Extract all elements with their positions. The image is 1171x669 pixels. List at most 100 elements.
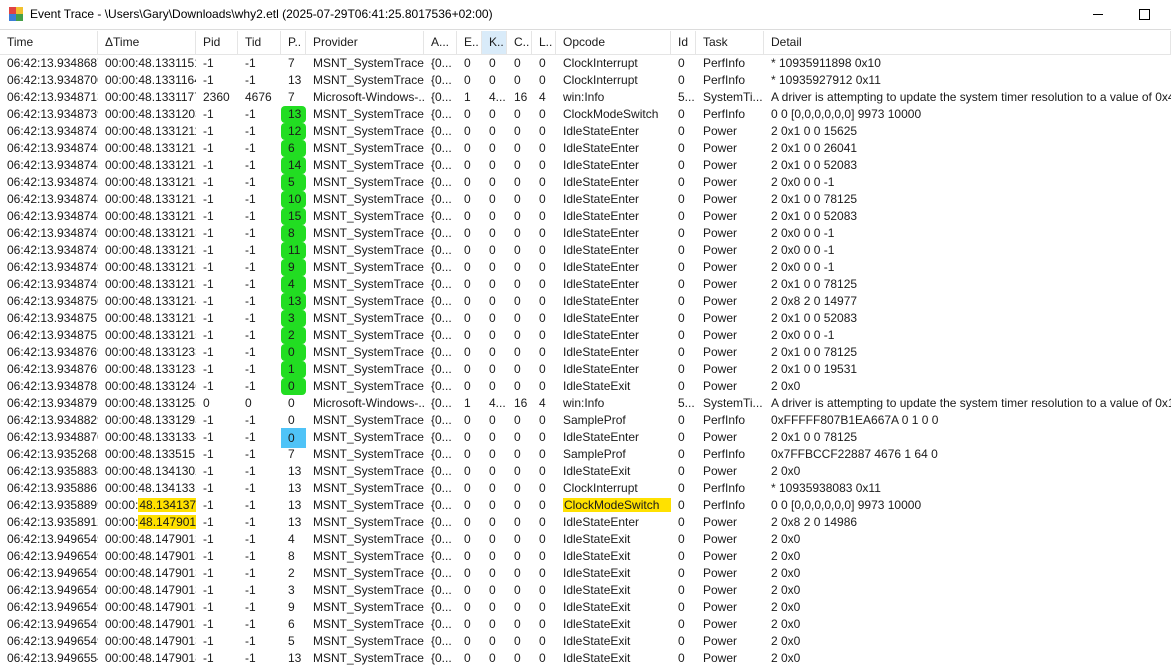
- table-row[interactable]: 06:42:13.9348749 00:00:48.1331213 -1 -1 8 MSN…: [0, 225, 1171, 242]
- table-row[interactable]: 06:42:13.9348749 00:00:48.1331213 -1 -1 4 MSN…: [0, 276, 1171, 293]
- cell-a: {0...: [431, 430, 452, 444]
- cell-provider: MSNT_SystemTrace: [313, 379, 424, 393]
- table-row[interactable]: 06:42:13.9348751 00:00:48.1331215 -1 -1 3 MSN…: [0, 310, 1171, 327]
- cell-k: 0: [489, 583, 496, 597]
- cell-tid: -1: [245, 379, 256, 393]
- cell-id: 0: [678, 532, 685, 546]
- cell-c: 0: [514, 56, 521, 70]
- cell-c: 0: [514, 226, 521, 240]
- cell-provider: MSNT_SystemTrace: [313, 345, 424, 359]
- cell-dtime: 00:00:48.1331213: [105, 260, 196, 274]
- cell-pid: -1: [203, 294, 214, 308]
- table-row[interactable]: 06:42:13.935891200:00:48.1479013-1-113MS…: [0, 514, 1171, 531]
- table-row[interactable]: 06:42:13.9348751 00:00:48.1331215 -1 -1 2 MSN…: [0, 327, 1171, 344]
- cell-time: 06:42:13.9348749: [7, 260, 98, 274]
- cell-dtime: 00:00:48.1479013: [105, 634, 196, 648]
- table-row[interactable]: 06:42:13.9348791 00:00:48.1331255 0 0 0 Micro…: [0, 395, 1171, 412]
- column-header-detail[interactable]: Detail: [764, 31, 1171, 54]
- cell-opcode: SampleProf: [563, 413, 626, 427]
- table-row[interactable]: 06:42:13.9348748 00:00:48.1331212 -1 -1 10 MS…: [0, 191, 1171, 208]
- table-row[interactable]: 06:42:13.9348748 00:00:48.1331212 -1 -1 14 MS…: [0, 157, 1171, 174]
- table-row[interactable]: 06:42:13.9348747 00:00:48.1331211 -1 -1 12 MS…: [0, 123, 1171, 140]
- table-row[interactable]: 06:42:13.9348829 00:00:48.1331293 -1 -1 0 MSN…: [0, 412, 1171, 429]
- column-header-pid[interactable]: Pid: [196, 31, 238, 54]
- maximize-button[interactable]: [1121, 0, 1167, 29]
- cell-id: 5...: [678, 396, 695, 410]
- column-header-tid[interactable]: Tid: [238, 31, 281, 54]
- column-header-task[interactable]: Task: [696, 31, 764, 54]
- cell-p: 8: [288, 549, 295, 563]
- cell-pid: -1: [203, 141, 214, 155]
- table-row[interactable]: 06:42:13.9348713 00:00:48.1331177 2360 4676…: [0, 89, 1171, 106]
- cell-id: 0: [678, 481, 685, 495]
- table-row[interactable]: 06:42:13.9348748 00:00:48.1331212 -1 -1 6 MSN…: [0, 140, 1171, 157]
- cell-k: 0: [489, 379, 496, 393]
- minimize-button[interactable]: [1075, 0, 1121, 29]
- table-row[interactable]: 06:42:13.9496549 00:00:48.1479013 -1 -1 5 MSN…: [0, 633, 1171, 650]
- cell-l: 0: [539, 141, 546, 155]
- cell-task: Power: [703, 243, 738, 257]
- column-header-e[interactable]: E..: [457, 31, 482, 54]
- cell-dtime: 00:00:48.1341302: [105, 464, 196, 478]
- cell-provider: MSNT_SystemTrace: [313, 566, 424, 580]
- event-grid[interactable]: Time ΔTime Pid Tid P.. Provider A... E.. K.. C.. L…: [0, 31, 1171, 669]
- column-header-l[interactable]: L..: [532, 31, 556, 54]
- table-row[interactable]: 06:42:13.9348748 00:00:48.1331212 -1 -1 15 MS…: [0, 208, 1171, 225]
- table-row[interactable]: 06:42:13.9358838 00:00:48.1341302 -1 -1 13 MS…: [0, 463, 1171, 480]
- table-row[interactable]: 06:42:13.9348782 00:00:48.1331246 -1 -1 0 MSN…: [0, 378, 1171, 395]
- cell-detail: 2 0x0: [771, 583, 801, 597]
- table-row[interactable]: 06:42:13.9496549 00:00:48.1479013 -1 -1 2 MSN…: [0, 565, 1171, 582]
- cell-a: {0...: [431, 549, 452, 563]
- table-row[interactable]: 06:42:13.9348750 00:00:48.1331214 -1 -1 13 MS…: [0, 293, 1171, 310]
- cell-c: 0: [514, 583, 521, 597]
- cell-detail: 2 0x0: [771, 549, 801, 563]
- table-row[interactable]: 06:42:13.9348749 00:00:48.1331213 -1 -1 9 MSN…: [0, 259, 1171, 276]
- cell-l: 0: [539, 532, 546, 546]
- cell-task: PerfInfo: [703, 447, 746, 461]
- table-row[interactable]: 06:42:13.9496549 00:00:48.1479013 -1 -1 3 MSN…: [0, 582, 1171, 599]
- table-row[interactable]: 06:42:13.9348769 00:00:48.1331233 -1 -1 0 MSN…: [0, 344, 1171, 361]
- table-row[interactable]: 06:42:13.9358867 00:00:48.1341331 -1 -1 13 MS…: [0, 480, 1171, 497]
- column-header-p[interactable]: P..: [281, 31, 306, 54]
- cell-detail: 2 0x1 0 0 52083: [771, 209, 858, 223]
- cell-e: 0: [464, 56, 471, 70]
- column-header-k[interactable]: K..: [482, 31, 507, 54]
- table-row[interactable]: 06:42:13.9348769 00:00:48.1331233 -1 -1 1 MSN…: [0, 361, 1171, 378]
- cell-pid: -1: [203, 107, 214, 121]
- cell-id: 0: [678, 192, 685, 206]
- table-row[interactable]: 06:42:13.9348748 00:00:48.1331212 -1 -1 5 MSN…: [0, 174, 1171, 191]
- cell-l: 0: [539, 566, 546, 580]
- cell-task: Power: [703, 379, 738, 393]
- column-header-id[interactable]: Id: [671, 31, 696, 54]
- cell-dtime: 00:00:48.1479013: [105, 600, 196, 614]
- table-row[interactable]: 06:42:13.9352687 00:00:48.1335151 -1 -1 7 MSN…: [0, 446, 1171, 463]
- column-header-c[interactable]: C..: [507, 31, 532, 54]
- cell-detail: 2 0x1 0 0 78125: [771, 277, 858, 291]
- table-row[interactable]: 06:42:13.9348687 00:00:48.1331151 -1 -1 7 MSN…: [0, 55, 1171, 72]
- cell-id: 0: [678, 260, 685, 274]
- cell-l: 0: [539, 158, 546, 172]
- table-row[interactable]: 06:42:13.9496549 00:00:48.1479013 -1 -1 9 MSN…: [0, 599, 1171, 616]
- column-header-dtime[interactable]: ΔTime: [98, 31, 196, 54]
- column-header-opcode[interactable]: Opcode: [556, 31, 671, 54]
- cell-p: 10: [281, 191, 306, 208]
- cell-e: 0: [464, 277, 471, 291]
- column-header-provider[interactable]: Provider: [306, 31, 424, 54]
- cell-a: {0...: [431, 294, 452, 308]
- cell-opcode: IdleStateEnter: [563, 158, 640, 172]
- table-row[interactable]: 06:42:13.9348870 00:00:48.1331334 -1 -1 0 MSN…: [0, 428, 1171, 448]
- table-row[interactable]: 06:42:13.9496549 00:00:48.1479013 -1 -1 8 MSN…: [0, 548, 1171, 565]
- cell-time: 06:42:13.9348769: [7, 362, 98, 376]
- column-header-time[interactable]: Time: [0, 31, 98, 54]
- table-row[interactable]: 06:42:13.9348749 00:00:48.1331213 -1 -1 11 MS…: [0, 242, 1171, 259]
- table-row[interactable]: 06:42:13.9496549 00:00:48.1479013 -1 -1 4 MSN…: [0, 531, 1171, 548]
- cell-time: 06:42:13.9358912: [7, 515, 98, 529]
- table-row[interactable]: 06:42:13.9348700 00:00:48.1331164 -1 -1 13 MS…: [0, 72, 1171, 89]
- table-row[interactable]: 06:42:13.9348739 00:00:48.1331203 -1 -1 13 MS…: [0, 106, 1171, 123]
- cell-l: 0: [539, 430, 546, 444]
- table-row[interactable]: 06:42:13.9496554 00:00:48.1479018 -1 -1 13 MS…: [0, 650, 1171, 667]
- table-row[interactable]: 06:42:13.9496549 00:00:48.1479013 -1 -1 6 MSN…: [0, 616, 1171, 633]
- column-header-a[interactable]: A...: [424, 31, 457, 54]
- cell-a: {0...: [431, 141, 452, 155]
- table-row[interactable]: 06:42:13.935889900:00:48.1341376-1-113MS…: [0, 497, 1171, 514]
